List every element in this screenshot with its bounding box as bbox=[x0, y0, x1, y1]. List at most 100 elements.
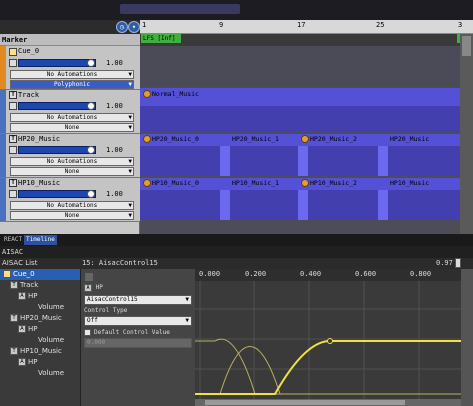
automation-dropdown[interactable]: No Automations ▼ bbox=[10, 201, 134, 210]
chevron-down-icon: ▼ bbox=[128, 114, 132, 121]
ruler-tick: 1 bbox=[142, 21, 147, 29]
chevron-down-icon[interactable]: ▾ bbox=[128, 21, 140, 33]
tree-item-hp20[interactable]: T HP20_Music bbox=[0, 313, 80, 324]
track-track[interactable]: T Track 1.00 No Automations ▼ None ▼ bbox=[0, 90, 140, 134]
mute-icon[interactable] bbox=[9, 59, 17, 67]
timeline-ruler[interactable]: 1 9 17 25 3 bbox=[140, 20, 473, 34]
view-tabs: REACT Timeline bbox=[0, 234, 473, 246]
chevron-down-icon: ▼ bbox=[128, 202, 132, 209]
track-icon: T bbox=[9, 91, 17, 99]
control-type-value: Off bbox=[87, 317, 98, 324]
clip-label: HP10_Music_2 bbox=[310, 179, 357, 187]
cue-lane[interactable] bbox=[140, 46, 460, 86]
volume-slider[interactable] bbox=[18, 190, 96, 198]
track-cue[interactable]: Cue_0 1.00 No Automations ▼ Polyphonic ▼ bbox=[0, 46, 140, 90]
normal-lane-body[interactable] bbox=[140, 106, 460, 132]
clip-hp20-2[interactable]: HP20_Music_2 bbox=[301, 134, 357, 144]
graph-tick: 0.400 bbox=[300, 270, 322, 278]
aisac-type-label: HP bbox=[95, 284, 103, 291]
graph-slider-handle[interactable] bbox=[455, 258, 461, 268]
track-name: Track bbox=[18, 91, 40, 99]
default-control-checkbox[interactable] bbox=[84, 329, 91, 336]
automation-label: No Automations bbox=[46, 71, 98, 78]
clip-label: HP10_Music bbox=[390, 179, 430, 187]
chevron-down-icon: ▼ bbox=[128, 212, 132, 219]
slider-knob[interactable] bbox=[87, 102, 95, 110]
lfs-marker[interactable]: LFS [Inf] bbox=[141, 34, 181, 43]
control-name-field[interactable]: AisacControl15 ▼ bbox=[84, 295, 192, 305]
clip-gap bbox=[378, 190, 388, 220]
tree-label: HP bbox=[28, 325, 38, 333]
tab-react[interactable]: REACT bbox=[2, 235, 24, 245]
clock-icon[interactable]: ◷ bbox=[116, 21, 128, 33]
clip-icon bbox=[301, 135, 309, 143]
tree-item-track[interactable]: T Track bbox=[0, 280, 80, 291]
curve-hp20 bbox=[195, 338, 461, 395]
graph-vertical-scrollbar[interactable] bbox=[461, 269, 473, 406]
slider-knob[interactable] bbox=[87, 146, 95, 154]
tree-item-hp10[interactable]: T HP10_Music bbox=[0, 346, 80, 357]
clip-label: Normal_Music bbox=[152, 90, 199, 98]
clip-normal-music[interactable]: Normal_Music bbox=[143, 89, 199, 99]
mode-dropdown[interactable]: Polyphonic ▼ bbox=[10, 80, 134, 89]
mute-icon[interactable] bbox=[9, 102, 17, 110]
volume-value: 1.00 bbox=[106, 59, 123, 67]
track-color-band bbox=[0, 134, 6, 177]
mode-label: Polyphonic bbox=[53, 81, 91, 88]
clip-hp20-0[interactable]: HP20_Music_0 bbox=[143, 134, 199, 144]
tree-item-hp[interactable]: A HP bbox=[0, 324, 80, 335]
clip-label: HP20_Music_0 bbox=[152, 135, 199, 143]
clip-icon bbox=[143, 179, 151, 187]
chevron-down-icon: ▼ bbox=[128, 81, 132, 88]
automation-dropdown[interactable]: No Automations ▼ bbox=[10, 113, 134, 122]
graph-tick: 0.800 bbox=[410, 270, 432, 278]
scroll-thumb[interactable] bbox=[462, 36, 471, 56]
mode-dropdown[interactable]: None ▼ bbox=[10, 167, 134, 176]
timeline-vertical-scrollbar[interactable] bbox=[460, 34, 473, 234]
lock-icon[interactable] bbox=[84, 272, 94, 282]
clip-hp10-2[interactable]: HP10_Music_2 bbox=[301, 178, 357, 188]
curve-point[interactable] bbox=[327, 338, 333, 344]
marker-lane[interactable] bbox=[140, 34, 460, 46]
graph-horizontal-scrollbar[interactable] bbox=[195, 399, 461, 406]
cue-color-band bbox=[0, 46, 6, 89]
top-window-strip bbox=[0, 0, 473, 20]
tree-item-volume[interactable]: Volume bbox=[0, 302, 80, 313]
tree-label: HP bbox=[28, 292, 38, 300]
track-name: HP20_Music bbox=[18, 135, 61, 143]
tree-item-hp[interactable]: A HP bbox=[0, 291, 80, 302]
slider-knob[interactable] bbox=[87, 190, 95, 198]
automation-dropdown[interactable]: No Automations ▼ bbox=[10, 70, 134, 79]
track-icon: T bbox=[9, 135, 17, 143]
control-name-value: AisacControl15 bbox=[87, 296, 138, 303]
track-hp10[interactable]: T HP10_Music 1.00 No Automations ▼ None ▼ bbox=[0, 178, 140, 222]
volume-slider[interactable] bbox=[18, 146, 96, 154]
mute-icon[interactable] bbox=[9, 146, 17, 154]
aisac-graph[interactable] bbox=[195, 269, 461, 406]
tree-item-volume[interactable]: Volume bbox=[0, 368, 80, 379]
volume-value: 1.00 bbox=[106, 190, 123, 198]
clip-gap bbox=[298, 190, 308, 220]
tab-timeline[interactable]: Timeline bbox=[24, 235, 57, 245]
tree-item-hp[interactable]: A HP bbox=[0, 357, 80, 368]
volume-slider[interactable] bbox=[18, 102, 96, 110]
clip-hp20-1[interactable]: HP20_Music_1 bbox=[223, 134, 279, 144]
scroll-thumb[interactable] bbox=[205, 400, 405, 405]
clip-hp20-3[interactable]: HP20_Music bbox=[381, 134, 429, 144]
mode-dropdown[interactable]: None ▼ bbox=[10, 211, 134, 220]
automation-dropdown[interactable]: No Automations ▼ bbox=[10, 157, 134, 166]
mode-label: None bbox=[64, 124, 80, 131]
default-control-value-field[interactable]: 0.000 bbox=[84, 338, 192, 348]
clip-hp10-3[interactable]: HP10_Music bbox=[381, 178, 429, 188]
volume-slider[interactable] bbox=[18, 59, 96, 67]
slider-knob[interactable] bbox=[87, 59, 95, 67]
track-hp20[interactable]: T HP20_Music 1.00 No Automations ▼ None ▼ bbox=[0, 134, 140, 178]
control-type-dropdown[interactable]: Off ▼ bbox=[84, 316, 192, 326]
tree-item-volume[interactable]: Volume bbox=[0, 335, 80, 346]
mode-dropdown[interactable]: None ▼ bbox=[10, 123, 134, 132]
mute-icon[interactable] bbox=[9, 190, 17, 198]
tree-item-cue[interactable]: Cue_0 bbox=[0, 269, 80, 280]
clip-hp10-1[interactable]: HP10_Music_1 bbox=[223, 178, 279, 188]
clip-hp10-0[interactable]: HP10_Music_0 bbox=[143, 178, 199, 188]
aisac-type-row: A HP bbox=[84, 284, 103, 292]
